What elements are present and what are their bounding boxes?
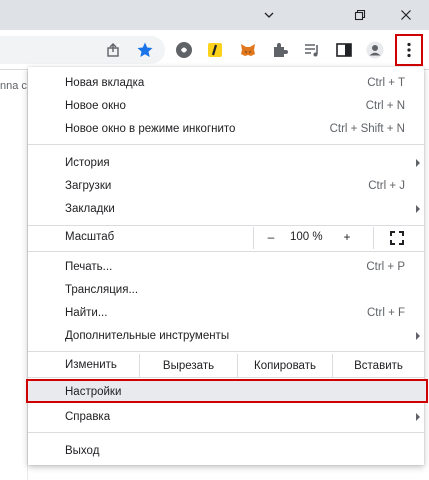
chevron-down-icon: [264, 12, 274, 18]
menu-item-shortcut: Ctrl + N: [365, 99, 405, 112]
zoom-out-button[interactable]: –: [261, 230, 281, 246]
menu-item-incognito[interactable]: Новое окно в режиме инкогнито Ctrl + Shi…: [28, 117, 424, 140]
menu-item-help[interactable]: Справка: [28, 405, 424, 428]
edit-label: Изменить: [65, 359, 117, 371]
page-content: [0, 71, 28, 480]
menu-item-new-tab[interactable]: Новая вкладка Ctrl + T: [28, 71, 424, 94]
menu-item-shortcut: Ctrl + Shift + N: [329, 122, 405, 135]
zoom-in-button[interactable]: +: [337, 230, 357, 246]
menu-item-exit[interactable]: Выход: [28, 439, 424, 462]
menu-item-shortcut: Ctrl + P: [366, 260, 405, 273]
menu-item-new-window[interactable]: Новое окно Ctrl + N: [28, 94, 424, 117]
menu-button-highlight: [395, 34, 423, 66]
fullscreen-icon[interactable]: [390, 231, 404, 245]
menu-separator: [28, 351, 424, 352]
close-window-button[interactable]: [383, 0, 429, 30]
menu-item-label: Найти...: [65, 306, 108, 319]
menu-separator: [28, 432, 424, 433]
cut-button[interactable]: Вырезать: [140, 354, 237, 377]
menu-item-settings[interactable]: Настройки: [28, 380, 424, 403]
menu-item-label: История: [65, 156, 110, 169]
menu-item-label: Новое окно в режиме инкогнито: [65, 122, 236, 135]
menu-separator: [28, 251, 424, 252]
menu-item-label: Печать...: [65, 260, 113, 273]
menu-item-label: Настройки: [65, 385, 122, 398]
share-icon[interactable]: [104, 40, 124, 60]
submenu-arrow-icon: [416, 159, 420, 167]
menu-item-shortcut: Ctrl + F: [366, 306, 405, 319]
restore-icon: [354, 9, 366, 21]
menu-separator: [28, 377, 424, 378]
submenu-arrow-icon: [416, 205, 420, 213]
metamask-icon[interactable]: [238, 40, 258, 60]
menu-item-cast[interactable]: Трансляция...: [28, 278, 424, 301]
tab-search-button[interactable]: [246, 0, 292, 30]
zoom-divider: [373, 227, 374, 249]
menu-item-label: Новое окно: [65, 99, 126, 112]
menu-item-shortcut: Ctrl + J: [368, 179, 405, 192]
ext-yellow-icon[interactable]: [205, 40, 225, 60]
browser-toolbar: [0, 30, 429, 70]
menu-item-print[interactable]: Печать... Ctrl + P: [28, 255, 424, 278]
menu-item-downloads[interactable]: Загрузки Ctrl + J: [28, 174, 424, 197]
menu-item-label: Справка: [65, 410, 111, 423]
title-bar: [0, 0, 429, 30]
sidepanel-icon[interactable]: [334, 40, 354, 60]
ext-circle-icon[interactable]: [174, 40, 194, 60]
menu-item-label: Трансляция...: [65, 283, 139, 296]
menu-item-label: Новая вкладка: [65, 76, 145, 89]
menu-item-label: Выход: [65, 444, 100, 457]
submenu-arrow-icon: [416, 413, 420, 421]
puzzle-icon[interactable]: [270, 40, 290, 60]
zoom-divider: [253, 227, 254, 249]
menu-separator: [28, 225, 424, 226]
page-snippet-text: nna c: [0, 80, 27, 92]
menu-item-shortcut: Ctrl + T: [367, 76, 405, 89]
menu-item-more-tools[interactable]: Дополнительные инструменты: [28, 324, 424, 347]
menu-item-label: Загрузки: [65, 179, 112, 192]
submenu-arrow-icon: [416, 332, 420, 340]
menu-item-history[interactable]: История: [28, 151, 424, 174]
menu-separator: [28, 144, 424, 145]
paste-button[interactable]: Вставить: [333, 354, 424, 377]
menu-item-bookmarks[interactable]: Закладки: [28, 197, 424, 220]
zoom-value: 100 %: [290, 231, 323, 243]
media-queue-icon[interactable]: [302, 40, 322, 60]
menu-item-label: Дополнительные инструменты: [65, 329, 230, 342]
menu-item-label: Закладки: [65, 202, 115, 215]
menu-item-find[interactable]: Найти... Ctrl + F: [28, 301, 424, 324]
restore-button[interactable]: [337, 0, 383, 30]
zoom-row: Масштаб – 100 % +: [28, 227, 424, 249]
star-icon[interactable]: [135, 40, 155, 60]
edit-row: Изменить Вырезать Копировать Вставить: [28, 354, 424, 377]
copy-button[interactable]: Копировать: [238, 354, 332, 377]
zoom-label: Масштаб: [65, 231, 115, 243]
avatar-icon[interactable]: [365, 40, 385, 60]
close-icon: [401, 10, 411, 20]
chrome-main-menu: Новая вкладка Ctrl + T Новое окно Ctrl +…: [26, 67, 428, 465]
